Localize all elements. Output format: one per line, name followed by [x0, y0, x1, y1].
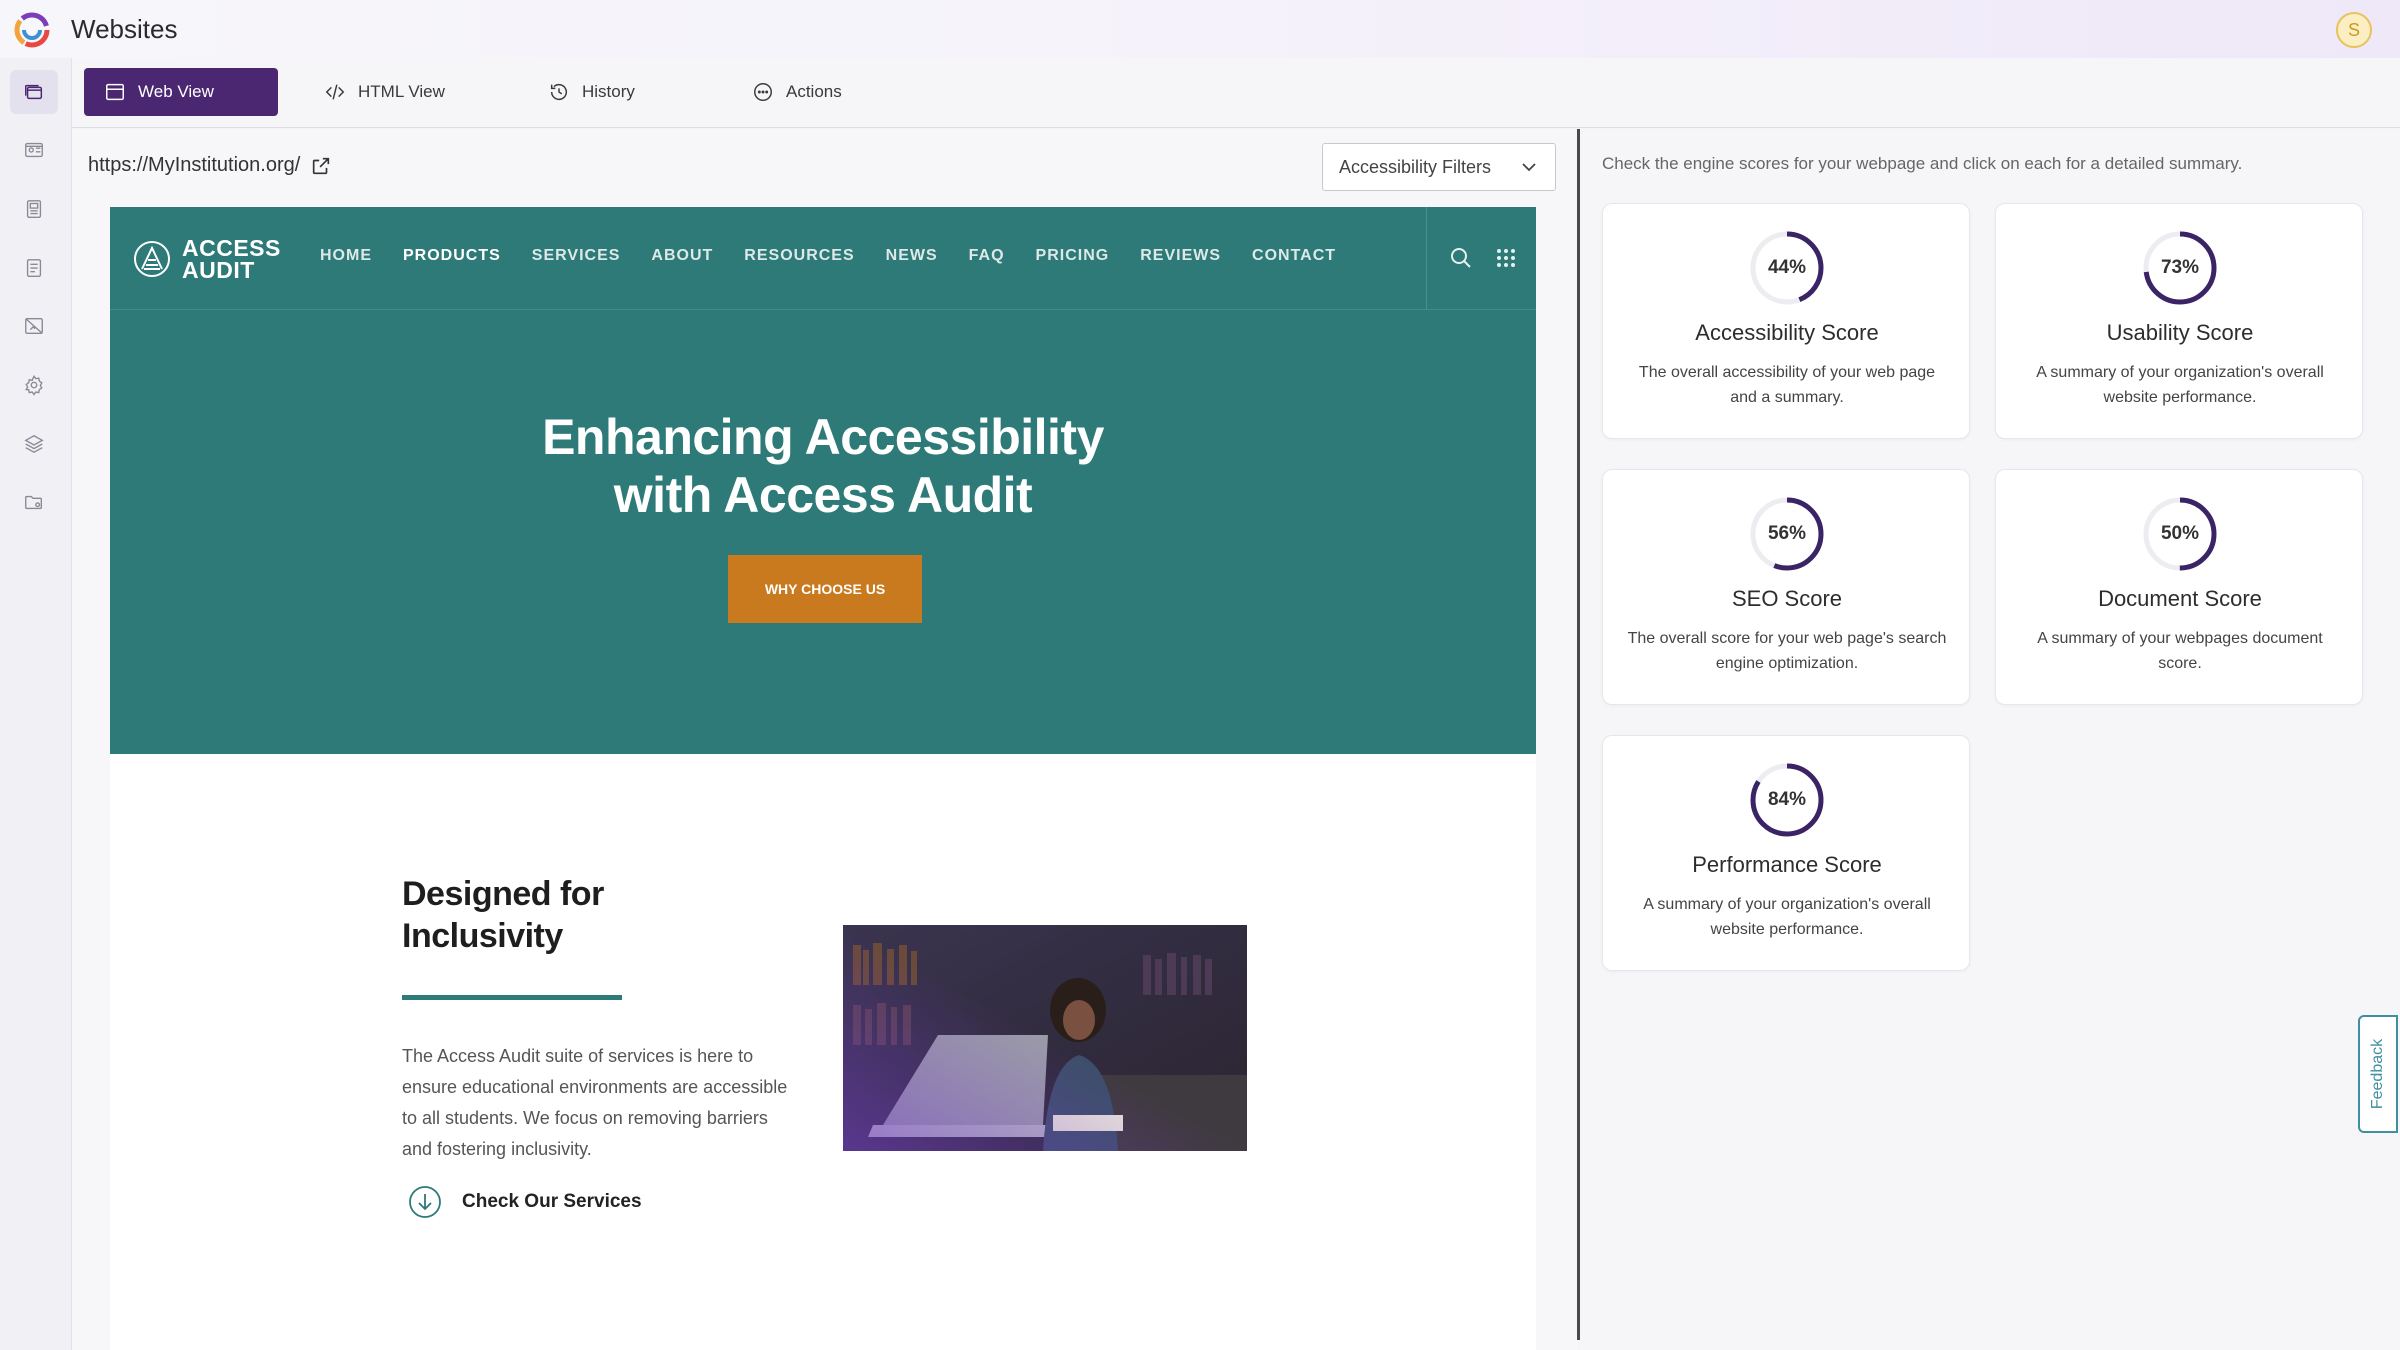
- browser-window-icon: [106, 83, 124, 101]
- code-icon: [325, 84, 345, 100]
- score-title: SEO Score: [1731, 586, 1843, 611]
- accessibility-score-card[interactable]: 44% Accessibility Score The overall acce…: [1602, 203, 1970, 439]
- site-nav-reviews[interactable]: REVIEWS: [1140, 247, 1221, 265]
- tab-html-view[interactable]: HTML View: [304, 68, 465, 116]
- section-link-label: Check Our Services: [462, 1191, 642, 1212]
- document-score-card[interactable]: 50% Document Score A summary of your web…: [1995, 469, 2363, 705]
- site-nav-products[interactable]: PRODUCTS: [403, 247, 501, 265]
- tab-label: Web View: [138, 82, 214, 101]
- score-title: Accessibility Score: [1695, 320, 1879, 345]
- site-nav-about[interactable]: ABOUT: [651, 247, 713, 265]
- top-bar: Websites S: [0, 0, 2400, 58]
- history-icon: [550, 84, 568, 101]
- site-nav-home[interactable]: HOME: [320, 247, 372, 265]
- scores-pane: Check the engine scores for your webpage…: [1580, 129, 2400, 1350]
- hero-title-line1: Enhancing Accessibility: [542, 409, 1104, 465]
- tab-label: History: [582, 82, 635, 101]
- seo-score-card[interactable]: 56% SEO Score The overall score for your…: [1602, 469, 1970, 705]
- document-icon: [26, 259, 42, 277]
- tab-label: HTML View: [358, 82, 445, 101]
- score-title: Usability Score: [2106, 320, 2254, 345]
- accessibility-filters-dropdown[interactable]: Accessibility Filters: [1322, 143, 1556, 191]
- site-logo[interactable]: ACCESS AUDIT: [132, 235, 281, 283]
- section-underline: [402, 995, 622, 1000]
- more-circle-icon: [754, 83, 772, 101]
- image-off-icon: [25, 317, 43, 335]
- sidebar-item-folder-settings[interactable]: [10, 480, 58, 524]
- hero-title: Enhancing Accessibility with Access Audi…: [110, 408, 1536, 524]
- score-percent: 50%: [2160, 523, 2200, 544]
- tab-label: Actions: [786, 82, 842, 101]
- folder-settings-icon: [25, 495, 43, 510]
- tab-history[interactable]: History: [528, 68, 655, 116]
- section-title: Designed for Inclusivity: [402, 873, 604, 957]
- site-nav-faq[interactable]: FAQ: [969, 247, 1005, 265]
- apps-grid-icon[interactable]: [1495, 247, 1517, 269]
- student-studying-photo: [843, 925, 1247, 1151]
- site-navbar: ACCESS AUDIT HOME PRODUCTS SERVICES ABOUT RE…: [110, 207, 1536, 310]
- websites-icon: [25, 84, 43, 100]
- performance-score-card[interactable]: 84% Performance Score A summary of your …: [1602, 735, 1970, 971]
- section-title-line1: Designed for: [402, 875, 604, 913]
- score-description: A summary of your webpages document scor…: [2037, 630, 2323, 672]
- layers-icon: [24, 434, 44, 454]
- score-description: The overall score for your web page's se…: [1627, 630, 1947, 672]
- score-description: The overall accessibility of your web pa…: [1638, 364, 1936, 406]
- external-link-icon[interactable]: [310, 155, 332, 177]
- sidebar-item-layers[interactable]: [10, 422, 58, 466]
- sidebar-item-profiles[interactable]: [10, 128, 58, 172]
- score-percent: 73%: [2160, 257, 2200, 278]
- newspaper-icon: [26, 200, 42, 218]
- filters-label: Accessibility Filters: [1339, 156, 1492, 177]
- score-title: Document Score: [2098, 586, 2262, 611]
- hero-title-line2: with Access Audit: [613, 467, 1033, 523]
- view-tabs-bar: Web View HTML View History Actions: [72, 58, 2400, 128]
- site-nav-resources[interactable]: RESOURCES: [744, 247, 854, 265]
- web-view-pane: https://MyInstitution.org/ Accessibility…: [72, 129, 1578, 1350]
- tab-web-view[interactable]: Web View: [84, 68, 278, 116]
- scores-intro: Check the engine scores for your webpage…: [1602, 154, 2243, 173]
- section-title-line2: Inclusivity: [402, 917, 563, 955]
- user-avatar[interactable]: S: [2336, 12, 2372, 48]
- id-card-icon: [25, 142, 43, 158]
- check-our-services-link[interactable]: Check Our Services: [408, 1185, 642, 1219]
- score-percent: 56%: [1767, 523, 1807, 544]
- sidebar: [0, 58, 72, 1350]
- score-description: A summary of your organization's overall…: [2036, 364, 2324, 406]
- site-nav-pricing[interactable]: PRICING: [1036, 247, 1110, 265]
- url-bar: https://MyInstitution.org/: [88, 154, 332, 177]
- section-body: The Access Audit suite of services is he…: [402, 1046, 788, 1159]
- feedback-label: Feedback: [2369, 1038, 2386, 1110]
- logo-line2: AUDIT: [182, 257, 255, 283]
- site-nav-contact[interactable]: CONTACT: [1252, 247, 1336, 265]
- why-choose-us-button[interactable]: WHY CHOOSE US: [728, 555, 922, 623]
- tab-actions[interactable]: Actions: [732, 68, 862, 116]
- page-url[interactable]: https://MyInstitution.org/: [88, 154, 300, 177]
- sidebar-item-settings[interactable]: [10, 363, 58, 407]
- site-nav-news[interactable]: NEWS: [886, 247, 938, 265]
- sidebar-item-websites[interactable]: [10, 70, 58, 114]
- usability-score-card[interactable]: 73% Usability Score A summary of your or…: [1995, 203, 2363, 439]
- site-nav-services[interactable]: SERVICES: [532, 247, 621, 265]
- feedback-tab[interactable]: Feedback: [2358, 1015, 2398, 1133]
- score-percent: 44%: [1767, 257, 1807, 278]
- search-icon[interactable]: [1448, 245, 1474, 271]
- sidebar-item-media[interactable]: [10, 304, 58, 348]
- score-title: Performance Score: [1692, 852, 1882, 877]
- logo-line1: ACCESS: [182, 235, 281, 261]
- score-percent: 84%: [1767, 789, 1807, 810]
- chevron-down-icon: [1522, 163, 1536, 172]
- access-audit-logo-icon: [134, 241, 170, 277]
- score-description: A summary of your organization's overall…: [1643, 896, 1931, 938]
- website-preview: ACCESS AUDIT HOME PRODUCTS SERVICES ABOUT RE…: [110, 207, 1536, 1350]
- arrow-down-circle-icon: [409, 1186, 441, 1218]
- sidebar-item-documents[interactable]: [10, 246, 58, 290]
- app-logo-icon[interactable]: [12, 10, 52, 50]
- hero-section: Enhancing Accessibility with Access Audi…: [110, 310, 1536, 754]
- app-title: Websites: [71, 14, 178, 44]
- gear-icon: [25, 374, 43, 396]
- nav-divider: [1426, 207, 1427, 310]
- site-nav-links: HOME PRODUCTS SERVICES ABOUT RESOURCES NEWS FA…: [320, 247, 1367, 265]
- sidebar-item-news[interactable]: [10, 187, 58, 231]
